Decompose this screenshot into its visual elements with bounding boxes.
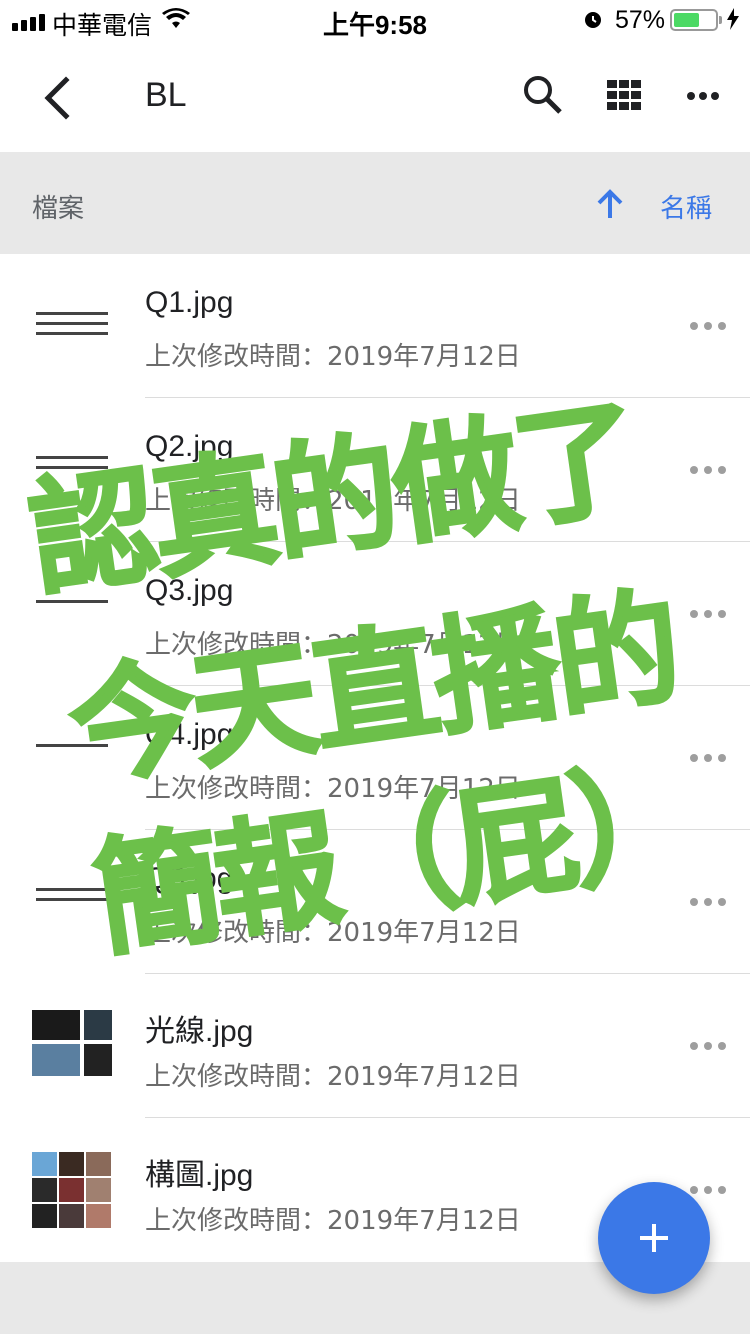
file-list: Q1.jpg 上次修改時間：2019年7月12日 Q2.jpg 上次修改時間：2019… bbox=[0, 254, 750, 1262]
file-more-button[interactable] bbox=[686, 452, 730, 488]
page-title: BL bbox=[145, 76, 187, 114]
file-modified-date: 上次修改時間：2019年7月12日 bbox=[145, 486, 521, 516]
plus-icon bbox=[640, 1224, 668, 1252]
alarm-icon bbox=[585, 12, 601, 28]
file-modified-date: 上次修改時間：2019年7月12日 bbox=[145, 630, 521, 660]
status-bar: 中華電信 上午9:58 57% bbox=[0, 0, 750, 40]
file-more-button[interactable] bbox=[686, 884, 730, 920]
file-name: Q3.jpg bbox=[145, 574, 234, 607]
file-more-button[interactable] bbox=[686, 596, 730, 632]
file-thumbnail bbox=[30, 286, 114, 370]
file-thumbnail bbox=[30, 1006, 114, 1090]
files-section-label: 檔案 bbox=[32, 194, 85, 224]
file-row[interactable]: Q1.jpg 上次修改時間：2019年7月12日 bbox=[0, 254, 750, 398]
sort-bar: 檔案 名稱 bbox=[0, 152, 750, 254]
file-thumbnail bbox=[30, 1150, 114, 1234]
battery-tip bbox=[719, 16, 722, 24]
file-name: Q1.jpg bbox=[145, 286, 234, 319]
file-row[interactable]: Q2.jpg 上次修改時間：2019年7月12日 bbox=[0, 398, 750, 542]
file-row[interactable]: 光線.jpg 上次修改時間：2019年7月12日 bbox=[0, 974, 750, 1118]
more-options-button[interactable] bbox=[678, 70, 728, 120]
battery-icon bbox=[670, 9, 718, 31]
file-row[interactable]: Q5.jpg 上次修改時間：2019年7月12日 bbox=[0, 830, 750, 974]
file-thumbnail bbox=[30, 862, 114, 946]
app-bar: BL bbox=[0, 40, 750, 152]
file-row[interactable]: Q3.jpg 上次修改時間：2019年7月12日 bbox=[0, 542, 750, 686]
file-name: 光線.jpg bbox=[145, 1015, 254, 1048]
charging-icon bbox=[727, 8, 739, 30]
file-name: Q5.jpg bbox=[145, 862, 234, 895]
back-button[interactable] bbox=[28, 70, 88, 130]
file-more-button[interactable] bbox=[686, 1028, 730, 1064]
file-thumbnail bbox=[30, 430, 114, 514]
file-name: Q2.jpg bbox=[145, 430, 234, 463]
file-modified-date: 上次修改時間：2019年7月12日 bbox=[145, 774, 521, 804]
file-modified-date: 上次修改時間：2019年7月12日 bbox=[145, 1062, 521, 1092]
search-button[interactable] bbox=[518, 70, 568, 120]
file-modified-date: 上次修改時間：2019年7月12日 bbox=[145, 1206, 521, 1236]
file-modified-date: 上次修改時間：2019年7月12日 bbox=[145, 918, 521, 948]
add-button[interactable] bbox=[598, 1182, 710, 1294]
file-thumbnail bbox=[30, 718, 114, 802]
file-more-button[interactable] bbox=[686, 740, 730, 776]
file-name: 構圖.jpg bbox=[145, 1159, 254, 1192]
battery-level bbox=[674, 13, 700, 27]
battery-percent: 57% bbox=[615, 6, 666, 34]
sort-by-name-button[interactable]: 名稱 bbox=[660, 188, 712, 225]
file-modified-date: 上次修改時間：2019年7月12日 bbox=[145, 342, 521, 372]
file-row[interactable]: Q4.jpg 上次修改時間：2019年7月12日 bbox=[0, 686, 750, 830]
grid-view-button[interactable] bbox=[600, 70, 650, 120]
file-name: Q4.jpg bbox=[145, 718, 234, 751]
file-more-button[interactable] bbox=[686, 308, 730, 344]
arrow-up-icon[interactable] bbox=[592, 186, 628, 222]
file-thumbnail bbox=[30, 574, 114, 658]
